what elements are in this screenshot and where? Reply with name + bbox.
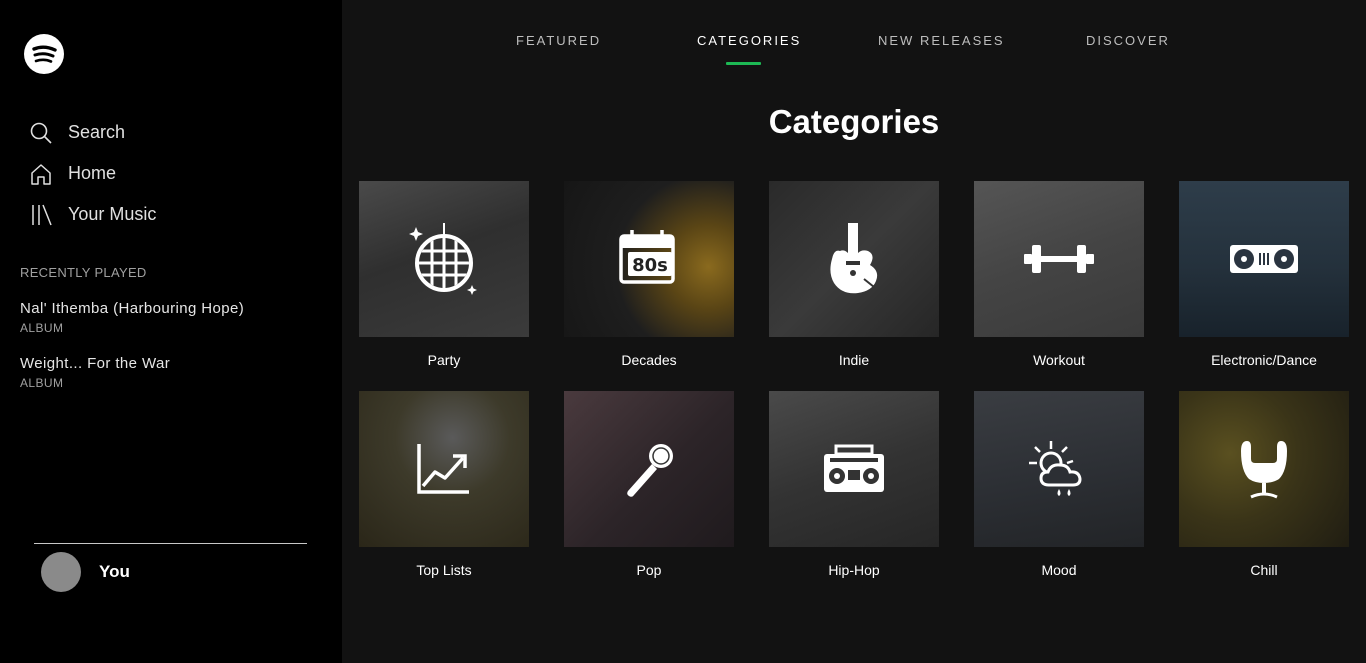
category-card-workout[interactable]: Workout: [974, 181, 1144, 368]
category-label: Hip-Hop: [828, 562, 880, 578]
category-tile: 80s: [564, 181, 734, 337]
calendar-80s-icon: 80s: [619, 230, 675, 284]
sidebar-item-home[interactable]: Home: [28, 153, 156, 194]
sidebar-item-label: Search: [68, 122, 126, 142]
category-card-indie[interactable]: Indie: [769, 181, 939, 368]
category-card-electronic-dance[interactable]: Electronic/Dance: [1179, 181, 1349, 368]
category-tile: [359, 391, 529, 547]
album-name: Nal' Ithemba (Harbouring Hope): [20, 300, 245, 317]
browse-tabs: FEATURED CATEGORIES NEW RELEASES DISCOVE…: [342, 33, 1366, 73]
user-name: You: [99, 562, 130, 581]
sidebar: Search Home Your Music RECENTLY PLAYED N…: [0, 0, 342, 663]
category-label: Workout: [1033, 352, 1085, 368]
sidebar-nav: Search Home Your Music: [28, 112, 156, 235]
sidebar-item-search[interactable]: Search: [28, 112, 156, 153]
category-card-pop[interactable]: Pop: [564, 391, 734, 578]
category-label: Decades: [621, 352, 677, 368]
sidebar-divider: [34, 543, 307, 544]
turntable-icon: [1230, 245, 1298, 273]
list-item[interactable]: Nal' Ithemba (Harbouring Hope) ALBUM: [20, 300, 320, 335]
category-label: Top Lists: [416, 562, 472, 578]
category-tile: [1179, 181, 1349, 337]
category-card-chill[interactable]: Chill: [1179, 391, 1349, 578]
album-type: ALBUM: [20, 321, 64, 335]
active-tab-indicator: [726, 62, 761, 65]
avatar: [41, 552, 81, 592]
category-card-hip-hop[interactable]: Hip-Hop: [769, 391, 939, 578]
trend-chart-icon: [417, 444, 469, 494]
category-card-party[interactable]: Party: [359, 181, 529, 368]
sidebar-item-your-music[interactable]: Your Music: [28, 194, 156, 235]
category-tile: [769, 391, 939, 547]
search-icon: [28, 120, 54, 146]
page-title: Categories: [768, 103, 940, 140]
home-icon: [28, 161, 54, 187]
boombox-icon: [824, 444, 884, 492]
tab-new-releases[interactable]: NEW RELEASES: [878, 33, 1005, 48]
category-tile: [769, 181, 939, 337]
album-name: Weight... For the War: [20, 355, 171, 372]
microphone-icon: [627, 444, 673, 497]
category-tile: [564, 391, 734, 547]
svg-text:80s: 80s: [632, 255, 668, 276]
spotify-logo-icon[interactable]: [24, 34, 64, 74]
guitar-icon: [830, 223, 878, 294]
dumbbell-icon: [1024, 245, 1094, 273]
category-label: Party: [427, 352, 461, 368]
category-tile: [1179, 391, 1349, 547]
category-card-top-lists[interactable]: Top Lists: [359, 391, 529, 578]
user-profile[interactable]: You: [41, 552, 130, 592]
category-label: Chill: [1250, 562, 1278, 578]
main-content: FEATURED CATEGORIES NEW RELEASES DISCOVE…: [342, 0, 1366, 663]
tab-categories[interactable]: CATEGORIES: [697, 33, 801, 48]
category-card-decades[interactable]: 80s Decades: [564, 181, 734, 368]
sidebar-item-label: Home: [68, 163, 117, 183]
tab-featured[interactable]: FEATURED: [516, 33, 601, 48]
category-tile: [974, 391, 1144, 547]
egg-chair-icon: [1241, 441, 1287, 499]
category-tile: [974, 181, 1144, 337]
category-card-mood[interactable]: Mood: [974, 391, 1144, 578]
recently-played-list: Nal' Ithemba (Harbouring Hope) ALBUM Wei…: [20, 300, 320, 410]
recently-played-heading: RECENTLY PLAYED: [20, 265, 147, 280]
disco-ball-icon: [409, 223, 477, 295]
library-icon: [28, 202, 54, 228]
category-label: Pop: [636, 562, 662, 578]
tab-discover[interactable]: DISCOVER: [1086, 33, 1170, 48]
category-label: Electronic/Dance: [1211, 352, 1317, 368]
category-label: Mood: [1041, 562, 1077, 578]
category-tile: [359, 181, 529, 337]
album-type: ALBUM: [20, 376, 64, 390]
category-label: Indie: [838, 352, 870, 368]
weather-icon: [1029, 441, 1082, 496]
list-item[interactable]: Weight... For the War ALBUM: [20, 355, 320, 390]
sidebar-item-label: Your Music: [68, 204, 157, 224]
